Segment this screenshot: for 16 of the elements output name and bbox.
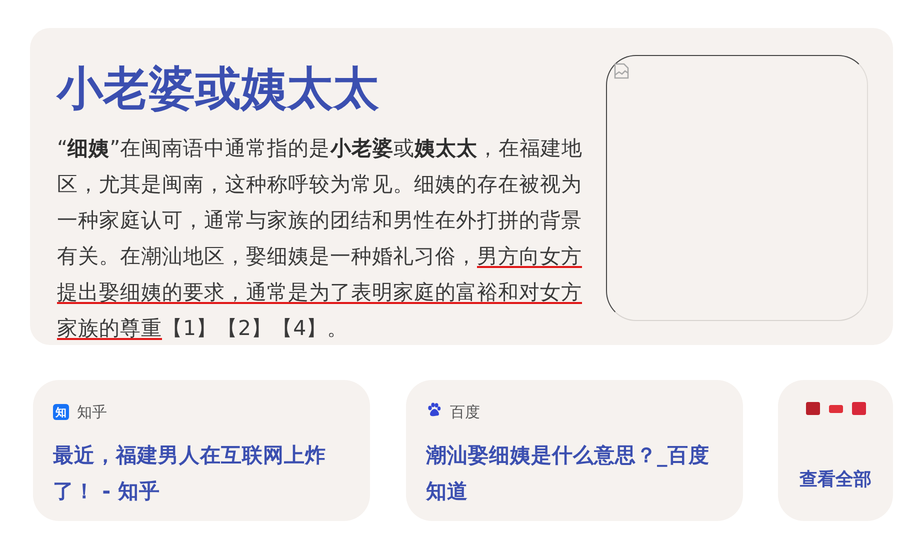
paw-icon: [426, 402, 442, 418]
favicon-icon: [828, 405, 842, 413]
source-title[interactable]: 最近，福建男人在互联网上炸了！ - 知乎: [53, 437, 350, 509]
site-icon: 知: [53, 404, 69, 420]
source-card[interactable]: 百度 潮汕娶细姨是什么意思？_百度知道: [406, 380, 743, 521]
answer-paragraph: “细姨”在闽南语中通常指的是小老婆或姨太太，在福建地区，尤其是闽南，这种称呼较为常见。细姨的存在被视为一种家庭认可，通常与家族的团结和男性在外打拼的背景有关。在潮汕地区，娶细姨是一种婚礼习俗，男方向女方提出娶细姨的要求，通常是为了表明家庭的富裕和对女方家族的尊重【1】【2】【4】。: [57, 135, 584, 342]
view-all-link[interactable]: 查看全部: [800, 467, 872, 491]
view-all-card[interactable]: 查看全部: [778, 380, 893, 521]
site-name: 知乎: [77, 402, 107, 422]
site-name: 百度: [450, 402, 480, 422]
source-title[interactable]: 潮汕娶细姨是什么意思？_百度知道: [426, 437, 723, 509]
broken-image-icon: [613, 62, 631, 80]
favicon-icon: [806, 402, 820, 415]
answer-title: 小老婆或姨太太: [57, 60, 380, 116]
favicon-icon: [852, 402, 866, 415]
source-card[interactable]: 知 知乎 最近，福建男人在互联网上炸了！ - 知乎: [33, 380, 370, 521]
